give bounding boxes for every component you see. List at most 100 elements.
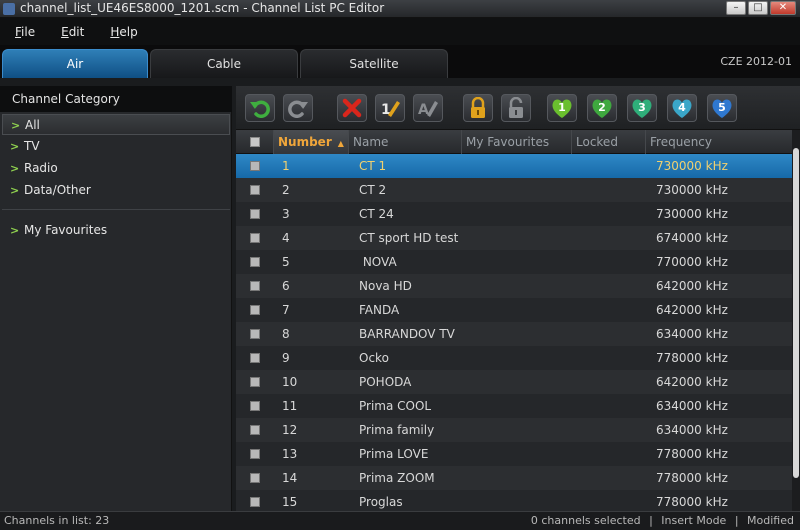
row-checkbox[interactable] <box>250 257 260 267</box>
channel-frequency: 642000 kHz <box>656 303 728 317</box>
table-row[interactable]: 15 Proglas 778000 kHz <box>236 490 792 511</box>
menu-edit-label: dit <box>68 24 85 39</box>
category-item-tv[interactable]: > TV <box>2 136 230 157</box>
channel-number: 7 <box>282 303 290 317</box>
undo-button[interactable] <box>245 94 275 122</box>
channel-name: Prima ZOOM <box>359 471 435 485</box>
category-label: Radio <box>24 161 58 175</box>
source-tabs: Air Cable Satellite CZE 2012-01 <box>0 45 800 78</box>
delete-icon <box>342 98 362 118</box>
row-checkbox[interactable] <box>250 185 260 195</box>
favourite-number: 4 <box>678 101 686 114</box>
channel-count: Channels in list: 23 <box>4 514 110 527</box>
row-checkbox[interactable] <box>250 209 260 219</box>
category-label: My Favourites <box>24 223 108 237</box>
table-row[interactable]: 2 CT 2 730000 kHz <box>236 178 792 202</box>
select-all-header[interactable] <box>236 130 274 154</box>
chevron-right-icon: > <box>10 162 20 175</box>
toolbar: 1 A 1 2 3 4 5 <box>236 86 800 130</box>
table-row[interactable]: 11 Prima COOL 634000 kHz <box>236 394 792 418</box>
table-row[interactable]: 10 POHODA 642000 kHz <box>236 370 792 394</box>
lock-button[interactable] <box>463 94 493 122</box>
table-row[interactable]: 12 Prima family 634000 kHz <box>236 418 792 442</box>
menu-help[interactable]: Help <box>110 25 137 39</box>
column-number[interactable]: Number ▲ <box>274 130 349 154</box>
row-checkbox[interactable] <box>250 353 260 363</box>
channel-frequency: 770000 kHz <box>656 255 728 269</box>
channel-frequency: 634000 kHz <box>656 423 728 437</box>
favourite-3-button[interactable]: 3 <box>627 94 657 122</box>
row-checkbox[interactable] <box>250 497 260 507</box>
category-item-radio[interactable]: > Radio <box>2 158 230 179</box>
table-row[interactable]: 5 NOVA 770000 kHz <box>236 250 792 274</box>
rename-button[interactable]: A <box>413 94 443 122</box>
vertical-scrollbar[interactable] <box>792 130 800 511</box>
svg-text:A: A <box>418 102 429 118</box>
table-row[interactable]: 6 Nova HD 642000 kHz <box>236 274 792 298</box>
row-checkbox[interactable] <box>250 329 260 339</box>
redo-button[interactable] <box>283 94 313 122</box>
channel-name: FANDA <box>359 303 400 317</box>
table-row[interactable]: 4 CT sport HD test 674000 kHz <box>236 226 792 250</box>
tab-air[interactable]: Air <box>2 49 148 78</box>
table-row[interactable]: 1 CT 1 730000 kHz <box>236 154 792 178</box>
row-checkbox[interactable] <box>250 401 260 411</box>
table-row[interactable]: 9 Ocko 778000 kHz <box>236 346 792 370</box>
undo-icon <box>250 100 270 118</box>
scrollbar-thumb[interactable] <box>793 148 799 478</box>
redo-icon <box>288 100 308 118</box>
favourite-number: 3 <box>638 101 646 114</box>
channel-name: Ocko <box>359 351 389 365</box>
row-checkbox[interactable] <box>250 281 260 291</box>
channel-name: NOVA <box>359 255 397 269</box>
menu-edit-mnemonic: E <box>61 24 69 39</box>
table-row[interactable]: 13 Prima LOVE 778000 kHz <box>236 442 792 466</box>
favourite-number: 5 <box>718 101 726 114</box>
edit-mode: Insert Mode <box>661 514 727 527</box>
channel-name: Prima LOVE <box>359 447 429 461</box>
channel-frequency: 730000 kHz <box>656 207 728 221</box>
minimize-button[interactable]: – <box>726 1 746 15</box>
row-checkbox[interactable] <box>250 305 260 315</box>
menu-file[interactable]: File <box>15 25 35 39</box>
column-name[interactable]: Name <box>349 130 462 154</box>
channel-number: 13 <box>282 447 298 461</box>
row-checkbox[interactable] <box>250 449 260 459</box>
select-all-checkbox[interactable] <box>250 137 260 147</box>
table-row[interactable]: 8 BARRANDOV TV 634000 kHz <box>236 322 792 346</box>
window-controls: – □ ✕ <box>726 1 796 15</box>
renumber-button[interactable]: 1 <box>375 94 405 122</box>
channel-number: 5 <box>282 255 290 269</box>
favourite-number: 1 <box>558 101 566 114</box>
favourite-5-button[interactable]: 5 <box>707 94 737 122</box>
favourite-1-button[interactable]: 1 <box>547 94 577 122</box>
rename-icon: A <box>418 101 438 118</box>
tab-satellite[interactable]: Satellite <box>300 49 448 78</box>
table-row[interactable]: 7 FANDA 642000 kHz <box>236 298 792 322</box>
menu-edit[interactable]: Edit <box>61 25 84 39</box>
column-frequency[interactable]: Frequency <box>646 130 792 154</box>
category-item-data-other[interactable]: > Data/Other <box>2 180 230 201</box>
delete-button[interactable] <box>337 94 367 122</box>
row-checkbox[interactable] <box>250 473 260 483</box>
region-date-label: CZE 2012-01 <box>720 55 792 68</box>
maximize-button[interactable]: □ <box>748 1 768 15</box>
row-checkbox[interactable] <box>250 161 260 171</box>
row-checkbox[interactable] <box>250 233 260 243</box>
pencil-icon: 1 <box>381 101 400 118</box>
close-button[interactable]: ✕ <box>770 1 796 15</box>
tab-cable[interactable]: Cable <box>150 49 298 78</box>
unlock-button[interactable] <box>501 94 531 122</box>
channel-number: 10 <box>282 375 298 389</box>
table-row[interactable]: 3 CT 24 730000 kHz <box>236 202 792 226</box>
table-row[interactable]: 14 Prima ZOOM 778000 kHz <box>236 466 792 490</box>
favourite-2-button[interactable]: 2 <box>587 94 617 122</box>
category-item-favourites[interactable]: > My Favourites <box>2 220 230 241</box>
favourite-4-button[interactable]: 4 <box>667 94 697 122</box>
row-checkbox[interactable] <box>250 377 260 387</box>
column-locked[interactable]: Locked <box>572 130 646 154</box>
row-checkbox[interactable] <box>250 425 260 435</box>
column-favourites[interactable]: My Favourites <box>462 130 572 154</box>
category-item-all[interactable]: > All <box>2 114 230 135</box>
channel-frequency: 634000 kHz <box>656 399 728 413</box>
